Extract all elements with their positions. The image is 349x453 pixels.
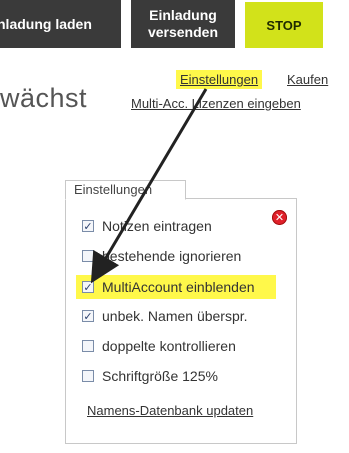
annotation-arrow-icon xyxy=(90,88,208,284)
